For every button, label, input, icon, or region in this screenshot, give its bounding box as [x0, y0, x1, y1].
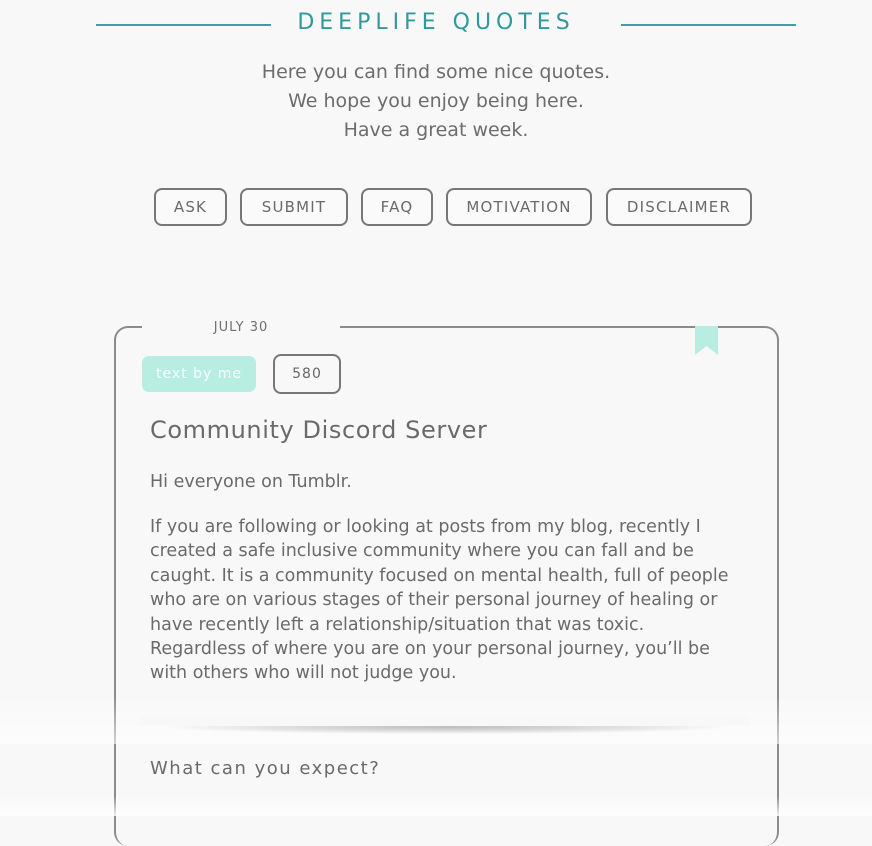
nav-bar: ASK SUBMIT FAQ MOTIVATION DISCLAIMER — [0, 188, 872, 230]
nav-disclaimer-button[interactable]: DISCLAIMER — [606, 188, 752, 226]
divider-mask — [140, 716, 750, 726]
nav-submit-button[interactable]: SUBMIT — [240, 188, 348, 226]
post-date[interactable]: JULY 30 — [142, 320, 340, 335]
nav-faq-button[interactable]: FAQ — [361, 188, 433, 226]
site-description: Here you can find some nice quotes. We h… — [0, 58, 872, 145]
post-tag[interactable]: text by me — [142, 356, 256, 392]
body-line: created a safe inclusive community where… — [150, 541, 694, 562]
body-line: have recently left a relationship/situat… — [150, 614, 645, 635]
site-title[interactable]: DEEPLIFE QUOTES — [0, 10, 872, 35]
body-line: caught. It is a community focused on men… — [150, 565, 729, 586]
tagline-line: Here you can find some nice quotes. — [261, 61, 611, 83]
body-line: If you are following or looking at posts… — [150, 517, 701, 537]
post-title: Community Discord Server — [150, 416, 488, 444]
body-line: Regardless of where you are on your pers… — [150, 639, 710, 660]
post-subheading: What can you expect? — [150, 758, 381, 779]
body-line: who are on various stages of their perso… — [150, 590, 718, 611]
site-header: DEEPLIFE QUOTES — [0, 0, 872, 50]
tagline-line: Have a great week. — [343, 119, 529, 141]
body-line: with others who will not judge you. — [150, 663, 457, 684]
nav-ask-button[interactable]: ASK — [154, 188, 227, 226]
header-rule-right — [621, 24, 796, 26]
post-body: If you are following or looking at posts… — [150, 515, 760, 686]
post-intro: Hi everyone on Tumblr. — [150, 472, 352, 492]
notes-count-button[interactable]: 580 — [273, 354, 341, 394]
bookmark-icon[interactable] — [695, 326, 718, 355]
tagline-line: We hope you enjoy being here. — [288, 90, 584, 112]
nav-motivation-button[interactable]: MOTIVATION — [446, 188, 592, 226]
